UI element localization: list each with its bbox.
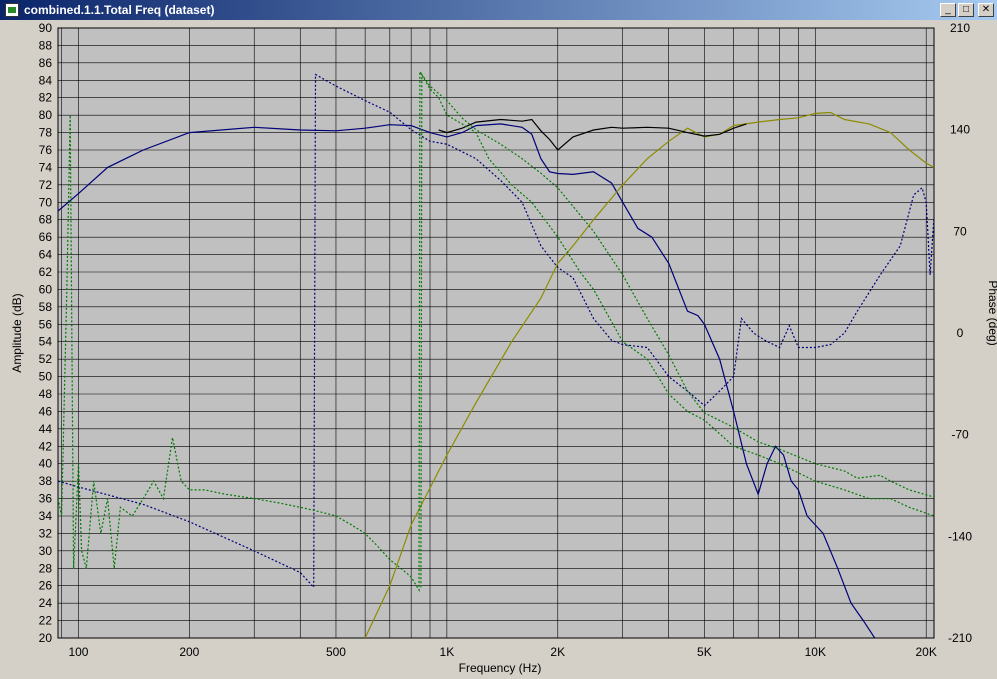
y-tick-label: 34 (39, 509, 53, 523)
y-tick-label: 90 (39, 21, 53, 35)
window-title: combined.1.1.Total Freq (dataset) (24, 3, 215, 17)
x-tick-label: 10K (805, 645, 826, 659)
y-tick-label: 88 (39, 38, 53, 52)
x-tick-label: 20K (916, 645, 937, 659)
x-axis-title: Frequency (Hz) (459, 661, 542, 675)
y-tick-label: 70 (39, 195, 53, 209)
y-tick-label: 76 (39, 143, 53, 157)
y2-axis-title: Phase (deg) (986, 280, 997, 345)
window-titlebar[interactable]: combined.1.1.Total Freq (dataset) _ □ ✕ (0, 0, 997, 20)
y-axis-left: 20 22 24 26 28 30 32 34 36 38 40 42 44 46 48 50 52 54 56 58… (39, 21, 53, 645)
y-tick-label: 62 (39, 265, 53, 279)
x-tick-label: 500 (326, 645, 346, 659)
y2-tick-label: 210 (950, 21, 970, 35)
close-button[interactable]: ✕ (978, 3, 994, 17)
x-tick-label: 200 (179, 645, 199, 659)
y-tick-label: 68 (39, 213, 53, 227)
y-tick-label: 32 (39, 526, 53, 540)
minimize-button[interactable]: _ (940, 3, 956, 17)
y-tick-label: 48 (39, 387, 53, 401)
y-tick-label: 20 (39, 631, 53, 645)
maximize-button[interactable]: □ (958, 3, 974, 17)
y-tick-label: 72 (39, 178, 53, 192)
window-icon (5, 3, 19, 17)
y-axis-title: Amplitude (dB) (10, 293, 24, 372)
y-tick-label: 54 (39, 335, 53, 349)
y-tick-label: 60 (39, 282, 53, 296)
y-tick-label: 38 (39, 474, 53, 488)
y-tick-label: 24 (39, 596, 53, 610)
y-tick-label: 50 (39, 370, 53, 384)
y-tick-label: 22 (39, 614, 53, 628)
x-tick-label: 5K (697, 645, 712, 659)
y-tick-label: 82 (39, 91, 53, 105)
y2-tick-label: 140 (950, 123, 970, 137)
y-tick-label: 58 (39, 300, 53, 314)
x-tick-label: 1K (440, 645, 455, 659)
y2-tick-label: -210 (948, 631, 972, 645)
y-tick-label: 78 (39, 126, 53, 140)
y-tick-label: 52 (39, 352, 53, 366)
y2-tick-label: 70 (953, 224, 967, 238)
y2-tick-label: -140 (948, 529, 972, 543)
frequency-response-chart[interactable]: 20 22 24 26 28 30 32 34 36 38 40 42 44 46 48 50 52 54 56 58… (0, 20, 997, 679)
y-tick-label: 44 (39, 422, 53, 436)
y-tick-label: 56 (39, 317, 53, 331)
x-tick-label: 100 (68, 645, 88, 659)
y-tick-label: 84 (39, 73, 53, 87)
y-tick-label: 64 (39, 248, 53, 262)
y2-tick-label: 0 (957, 326, 964, 340)
y-tick-label: 74 (39, 160, 53, 174)
y-tick-label: 46 (39, 404, 53, 418)
y-tick-label: 40 (39, 457, 53, 471)
y-tick-label: 26 (39, 579, 53, 593)
x-axis: 100 200 500 1K 2K 5K 10K 20K (68, 645, 936, 659)
y2-tick-label: -70 (951, 428, 969, 442)
x-tick-label: 2K (550, 645, 565, 659)
y-tick-label: 80 (39, 108, 53, 122)
y-axis-right: 210 140 70 0 -70 -140 -210 (948, 21, 972, 645)
y-tick-label: 36 (39, 492, 53, 506)
y-tick-label: 66 (39, 230, 53, 244)
y-tick-label: 28 (39, 561, 53, 575)
y-tick-label: 42 (39, 439, 53, 453)
y-tick-label: 86 (39, 56, 53, 70)
y-tick-label: 30 (39, 544, 53, 558)
